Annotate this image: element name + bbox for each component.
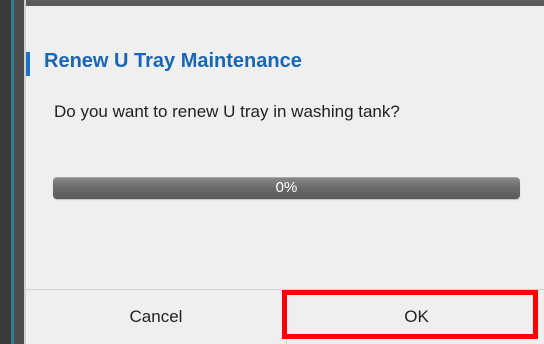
progress-bar: 0% [53,177,520,199]
ok-button[interactable]: OK [287,290,544,344]
title-accent-bar [26,52,30,76]
dialog-title: Renew U Tray Maintenance [44,50,302,72]
background-window-edge [0,0,14,344]
dialog-top-bar [26,0,544,6]
renew-u-tray-dialog: Renew U Tray Maintenance Do you want to … [24,0,544,344]
progress-label: 0% [275,179,298,196]
cancel-button[interactable]: Cancel [26,290,286,344]
screen: Renew U Tray Maintenance Do you want to … [0,0,544,344]
background-accent-line [11,0,14,344]
dialog-title-row: Renew U Tray Maintenance [26,44,544,84]
dialog-message: Do you want to renew U tray in washing t… [54,102,400,121]
